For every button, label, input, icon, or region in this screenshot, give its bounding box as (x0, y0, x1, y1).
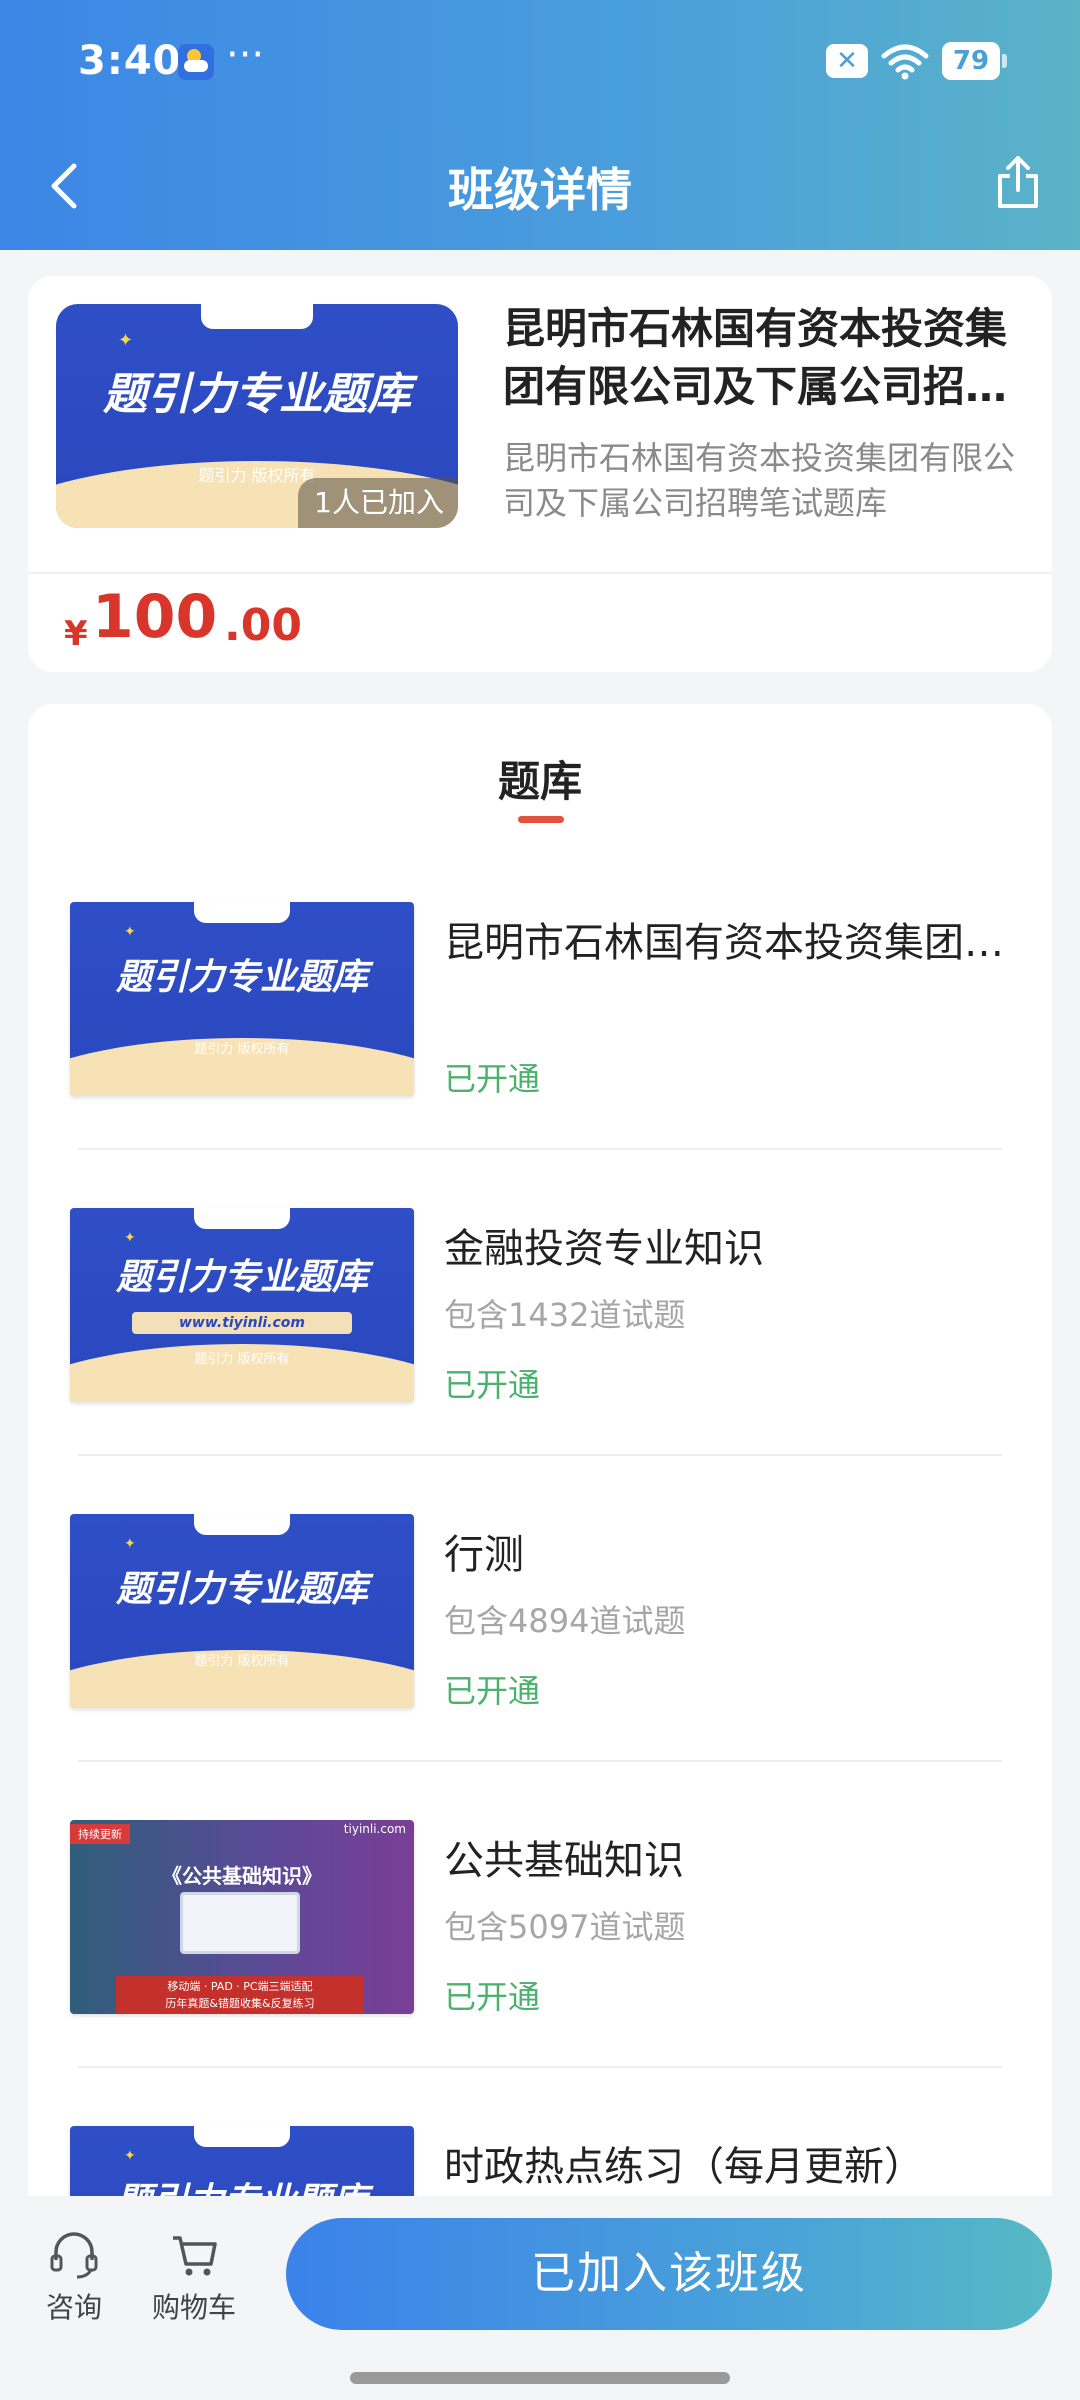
consult-button[interactable]: 咨询 (24, 2230, 124, 2340)
cart-button[interactable]: 购物车 (144, 2230, 244, 2340)
bank-cover-image: ✦ 题引力专业题库 题引力 版权所有 (70, 902, 414, 1096)
bank-title: 昆明市石林国有资本投资集团有限公司及下属公司 (444, 920, 1004, 966)
cover-url: www.tiyinli.com (131, 1312, 353, 1334)
cover-copyright: 题引力 版权所有 (194, 1352, 290, 1367)
section-underline (518, 816, 564, 823)
question-bank-section: 题库 ✦ 题引力专业题库 题引力 版权所有 昆明市石林国有资本投资集团有限公司及… (28, 704, 1052, 2320)
section-title: 题库 (497, 757, 582, 806)
bank-status: 已开通 (444, 1978, 541, 2016)
bank-status: 已开通 (444, 1672, 541, 1710)
bank-title: 行测 (444, 1532, 524, 1578)
price-decimal: .00 (224, 600, 302, 651)
divider (78, 1454, 1002, 1456)
class-cover-image: ✦ 题引力专业题库 题引力 版权所有 1人已加入 (56, 304, 458, 528)
cover-copyright: 题引力 版权所有 (194, 1042, 290, 1057)
bank-item[interactable]: ✦ 题引力专业题库 题引力 版权所有 行测 包含4894道试题 已开通 (28, 1514, 1052, 1820)
divider (28, 572, 1052, 574)
consult-label: 咨询 (45, 2291, 102, 2324)
status-bar: 3:40 ··· ✕ 79 (0, 32, 1080, 92)
cover-tag: 持续更新 (70, 1824, 130, 1844)
cart-icon (173, 2236, 217, 2276)
bank-cover-image: 持续更新 tiyinli.com 《公共基础知识》 移动端 · PAD · PC… (70, 1820, 414, 2014)
bank-question-count: 包含4894道试题 (444, 1602, 686, 1640)
more-notifications-icon: ··· (226, 32, 265, 78)
cover-footer: 移动端 · PAD · PC端三端适配 历年真题&错题收集&反复练习 (116, 1976, 364, 2014)
bank-question-count: 包含5097道试题 (444, 1908, 686, 1946)
cover-footer-line: 历年真题&错题收集&反复练习 (165, 1997, 315, 2010)
class-title: 昆明市石林国有资本投资集团有限公司及下属公司招聘笔试题库 (503, 304, 1008, 411)
bank-title: 金融投资专业知识 (444, 1226, 764, 1272)
bank-title: 公共基础知识 (444, 1838, 684, 1884)
header: 3:40 ··· ✕ 79 班级详情 (0, 0, 1080, 250)
class-summary-card: ✦ 题引力专业题库 题引力 版权所有 1人已加入 昆明市石林国有资本投资集团有限… (28, 276, 1052, 672)
cover-footer-line: 移动端 · PAD · PC端三端适配 (167, 1980, 313, 1993)
share-icon[interactable] (994, 152, 1042, 212)
device-illustration (180, 1892, 300, 1954)
page-title: 班级详情 (448, 163, 632, 217)
home-indicator[interactable] (350, 2372, 730, 2384)
cart-label: 购物车 (151, 2291, 236, 2324)
class-description: 昆明市石林国有资本投资集团有限公司及下属公司招聘笔试题库 (503, 439, 1016, 522)
cover-title: 题引力专业题库 (115, 1569, 368, 1610)
close-badge-icon: ✕ (826, 44, 868, 78)
nav-bar: 班级详情 (0, 140, 1080, 230)
divider (78, 2066, 1002, 2068)
bank-status: 已开通 (444, 1366, 541, 1404)
bank-item[interactable]: 持续更新 tiyinli.com 《公共基础知识》 移动端 · PAD · PC… (28, 1820, 1052, 2126)
cover-title: 题引力专业题库 (115, 957, 368, 998)
bank-cover-image: ✦ 题引力专业题库 www.tiyinli.com 题引力 版权所有 (70, 1208, 414, 1402)
status-time: 3:40 (78, 38, 182, 84)
headset-icon (50, 2232, 98, 2279)
cover-brand: tiyinli.com (343, 1822, 406, 1836)
cover-title: 题引力专业题库 (103, 369, 411, 420)
divider (78, 1148, 1002, 1150)
cover-copyright: 题引力 版权所有 (194, 1654, 290, 1669)
bank-title: 时政热点练习（每月更新） (444, 2144, 924, 2190)
bank-item[interactable]: ✦ 题引力专业题库 题引力 版权所有 昆明市石林国有资本投资集团有限公司及下属公… (28, 902, 1052, 1208)
divider (78, 1760, 1002, 1762)
joined-class-button[interactable]: 已加入该班级 (286, 2218, 1052, 2330)
cover-title: 《公共基础知识》 (162, 1864, 322, 1888)
joined-count-badge: 1人已加入 (298, 478, 458, 528)
price-currency: ¥ (64, 614, 88, 654)
cover-title: 题引力专业题库 (115, 1257, 368, 1298)
bank-item[interactable]: ✦ 题引力专业题库 www.tiyinli.com 题引力 版权所有 金融投资专… (28, 1208, 1052, 1514)
weather-icon (178, 44, 214, 80)
price-integer: 100 (92, 582, 218, 652)
bank-status: 已开通 (444, 1060, 541, 1098)
bank-cover-image: ✦ 题引力专业题库 题引力 版权所有 (70, 1514, 414, 1708)
wifi-icon (881, 44, 929, 80)
bottom-action-bar: 咨询 购物车 已加入该班级 (0, 2196, 1080, 2400)
battery-icon: 79 (942, 42, 1007, 80)
bank-question-count: 包含1432道试题 (444, 1296, 686, 1334)
